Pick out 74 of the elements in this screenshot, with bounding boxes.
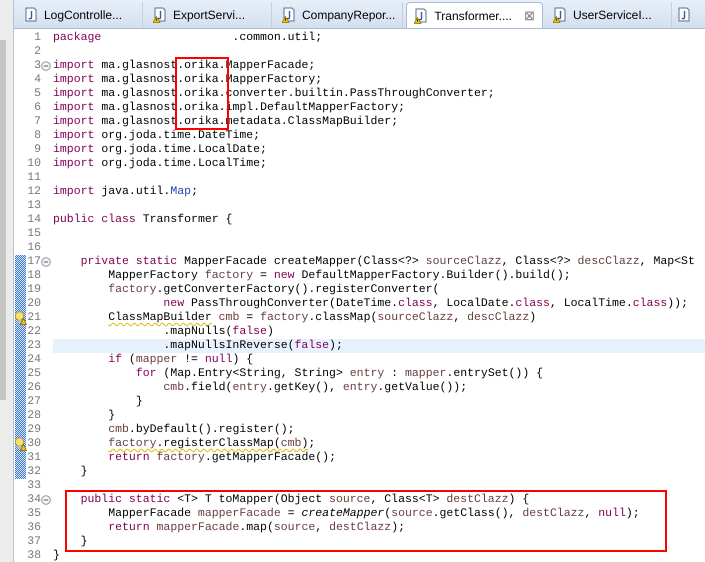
line-number: 24 xyxy=(27,353,41,367)
line-number: 26 xyxy=(27,381,41,395)
line-number: 11 xyxy=(27,171,41,185)
line-number: 1 xyxy=(34,31,41,45)
code-line: if (mapper != null) { xyxy=(108,353,254,367)
line-number: 35 xyxy=(27,507,41,521)
line-number: 4 xyxy=(34,73,41,87)
code-line: package .common.util; xyxy=(53,31,322,45)
line-number: 2 xyxy=(34,45,41,59)
collapse-icon[interactable] xyxy=(41,495,51,505)
line-number: 3 xyxy=(34,59,41,73)
line-number: 7 xyxy=(34,115,41,129)
code-line: ClassMapBuilder cmb = factory.classMap(sourceClazz, descClazz) xyxy=(108,311,536,325)
line-number: 32 xyxy=(27,465,41,479)
line-number: 30 xyxy=(27,437,41,451)
editor-tab[interactable]: Transformer.... ⊠ xyxy=(406,2,543,28)
line-number: 16 xyxy=(27,241,41,255)
code-line: for (Map.Entry<String, String> entry : mapper.entrySet()) { xyxy=(136,367,544,381)
code-line: factory.registerClassMap(cmb); xyxy=(108,437,316,451)
line-number: 34 xyxy=(27,493,41,507)
line-number: 36 xyxy=(27,521,41,535)
code-line: } xyxy=(136,395,143,409)
code-line: factory.getConverterFactory().registerConverter( xyxy=(108,283,440,297)
code-line: return factory.getMapperFacade(); xyxy=(108,451,336,465)
editor-tab[interactable]: LogControlle... xyxy=(17,2,143,28)
code-line: MapperFactory factory = new DefaultMapperFactory.Builder().build(); xyxy=(108,269,571,283)
line-number: 9 xyxy=(34,143,41,157)
collapse-icon[interactable] xyxy=(41,61,51,71)
code-line: cmb.byDefault().register(); xyxy=(108,423,295,437)
editor-tab[interactable]: ExportServi... xyxy=(146,2,272,28)
close-icon[interactable]: ⊠ xyxy=(524,9,535,22)
code-line: import java.util.Map; xyxy=(53,185,198,199)
code-line: private static MapperFacade createMapper(Class<?> sourceClazz, Class<?> descClazz, Map<St xyxy=(80,255,695,269)
code-line: MapperFacade mapperFacade = createMapper(source.getClass(), destClazz, null); xyxy=(108,507,640,521)
code-line: } xyxy=(53,549,60,562)
code-line: import org.joda.time.LocalDate; xyxy=(53,143,267,157)
line-number: 8 xyxy=(34,129,41,143)
code-line: cmb.field(entry.getKey(), entry.getValue()); xyxy=(163,381,468,395)
line-number: 10 xyxy=(27,157,41,171)
line-number: 18 xyxy=(27,269,41,283)
code-line: public static <T> T toMapper(Object source, Class<T> destClazz) { xyxy=(80,493,530,507)
line-number: 6 xyxy=(34,101,41,115)
line-number: 37 xyxy=(27,535,41,549)
code-line: new PassThroughConverter(DateTime.class, LocalDate.class, LocalTime.class)); xyxy=(163,297,688,311)
code-line: public class Transformer { xyxy=(53,213,232,227)
code-line: } xyxy=(108,409,116,423)
code-line: .mapNullsInReverse(false); xyxy=(163,339,343,353)
code-line: import org.joda.time.LocalTime; xyxy=(53,157,267,171)
line-number: 29 xyxy=(27,423,41,437)
line-number: 38 xyxy=(27,549,41,562)
line-number: 21 xyxy=(27,311,41,325)
line-number: 14 xyxy=(27,213,41,227)
code-line: .mapNulls(false) xyxy=(163,325,274,339)
editor-tab[interactable]: UserServiceI... xyxy=(546,2,672,28)
line-number: 28 xyxy=(27,409,41,423)
collapse-icon[interactable] xyxy=(41,257,51,267)
line-number: 17 xyxy=(27,255,41,269)
editor-tab[interactable]: CompanyRepor... xyxy=(275,2,404,28)
code-line: import org.joda.time.DateTime; xyxy=(53,129,260,143)
line-number: 5 xyxy=(34,87,41,101)
line-number: 12 xyxy=(27,185,41,199)
line-number: 19 xyxy=(27,283,41,297)
code-line: } xyxy=(80,465,88,479)
line-number: 27 xyxy=(27,395,41,409)
line-number: 23 xyxy=(27,339,41,353)
line-number: 20 xyxy=(27,297,41,311)
line-number: 22 xyxy=(27,325,41,339)
line-number: 25 xyxy=(27,367,41,381)
line-number: 33 xyxy=(27,479,41,493)
line-number: 31 xyxy=(27,451,41,465)
code-line: return mapperFacade.map(source, destClazz); xyxy=(108,521,406,535)
line-number: 15 xyxy=(27,227,41,241)
code-line: } xyxy=(80,535,88,549)
line-number: 13 xyxy=(27,199,41,213)
